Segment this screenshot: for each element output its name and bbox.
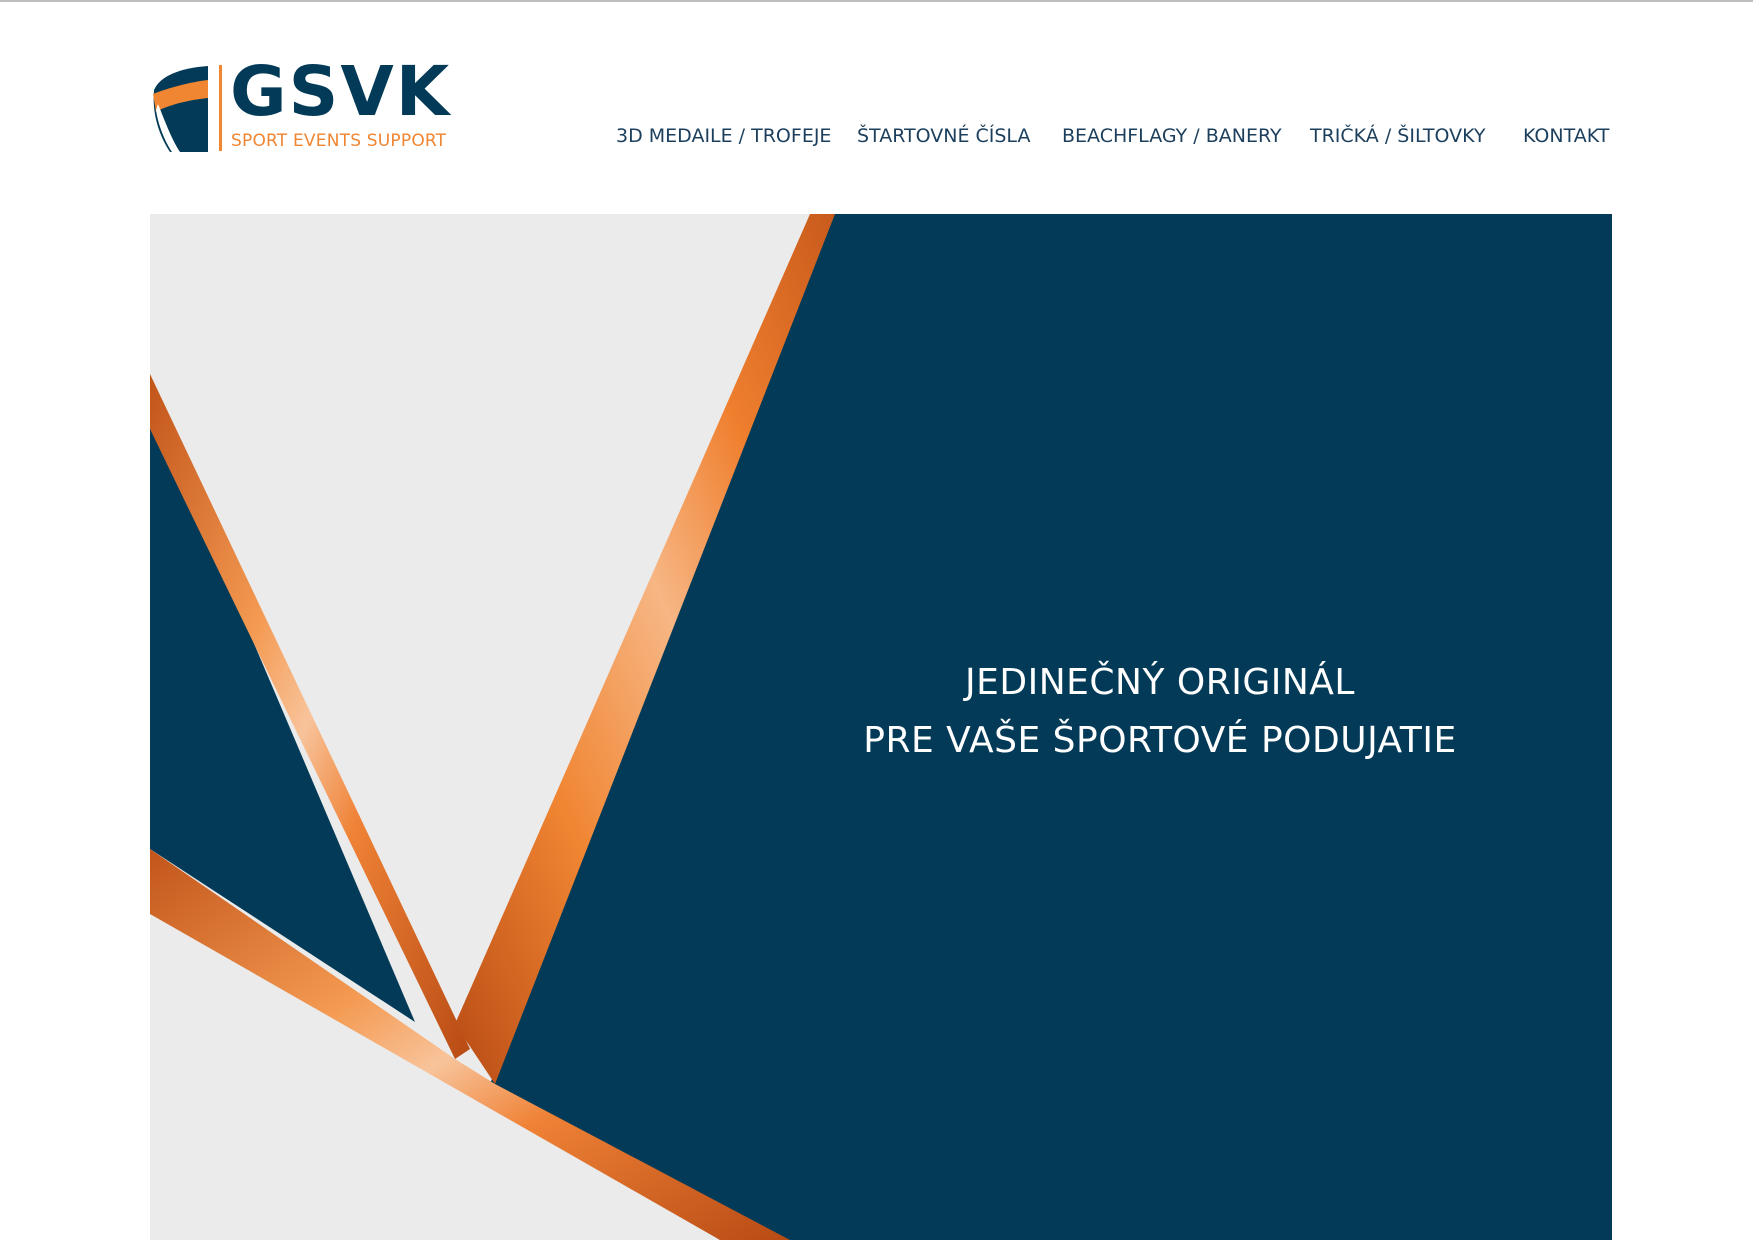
logo-wordmark: GSVK: [230, 52, 452, 132]
hero-headline-line-1: JEDINEČNÝ ORIGINÁL: [965, 662, 1355, 703]
main-nav: 3D MEDAILE / TROFEJE ŠTARTOVNÉ ČÍSLA BEA…: [0, 124, 1753, 148]
nav-item-beachflags[interactable]: BEACHFLAGY / BANERY: [1062, 124, 1282, 148]
hero-banner: JEDINEČNÝ ORIGINÁL PRE VAŠE ŠPORTOVÉ POD…: [150, 214, 1612, 1240]
nav-item-contact[interactable]: KONTAKT: [1523, 124, 1609, 148]
nav-item-start-numbers[interactable]: ŠTARTOVNÉ ČÍSLA: [857, 124, 1030, 148]
hero-headline: JEDINEČNÝ ORIGINÁL PRE VAŠE ŠPORTOVÉ POD…: [810, 654, 1510, 770]
nav-item-shirts[interactable]: TRIČKÁ / ŠILTOVKY: [1310, 124, 1486, 148]
nav-item-3d-medals[interactable]: 3D MEDAILE / TROFEJE: [616, 124, 831, 148]
hero-headline-line-2: PRE VAŠE ŠPORTOVÉ PODUJATIE: [863, 720, 1457, 761]
top-divider: [0, 0, 1753, 2]
page: GSVK SPORT EVENTS SUPPORT 3D MEDAILE / T…: [0, 0, 1753, 1240]
